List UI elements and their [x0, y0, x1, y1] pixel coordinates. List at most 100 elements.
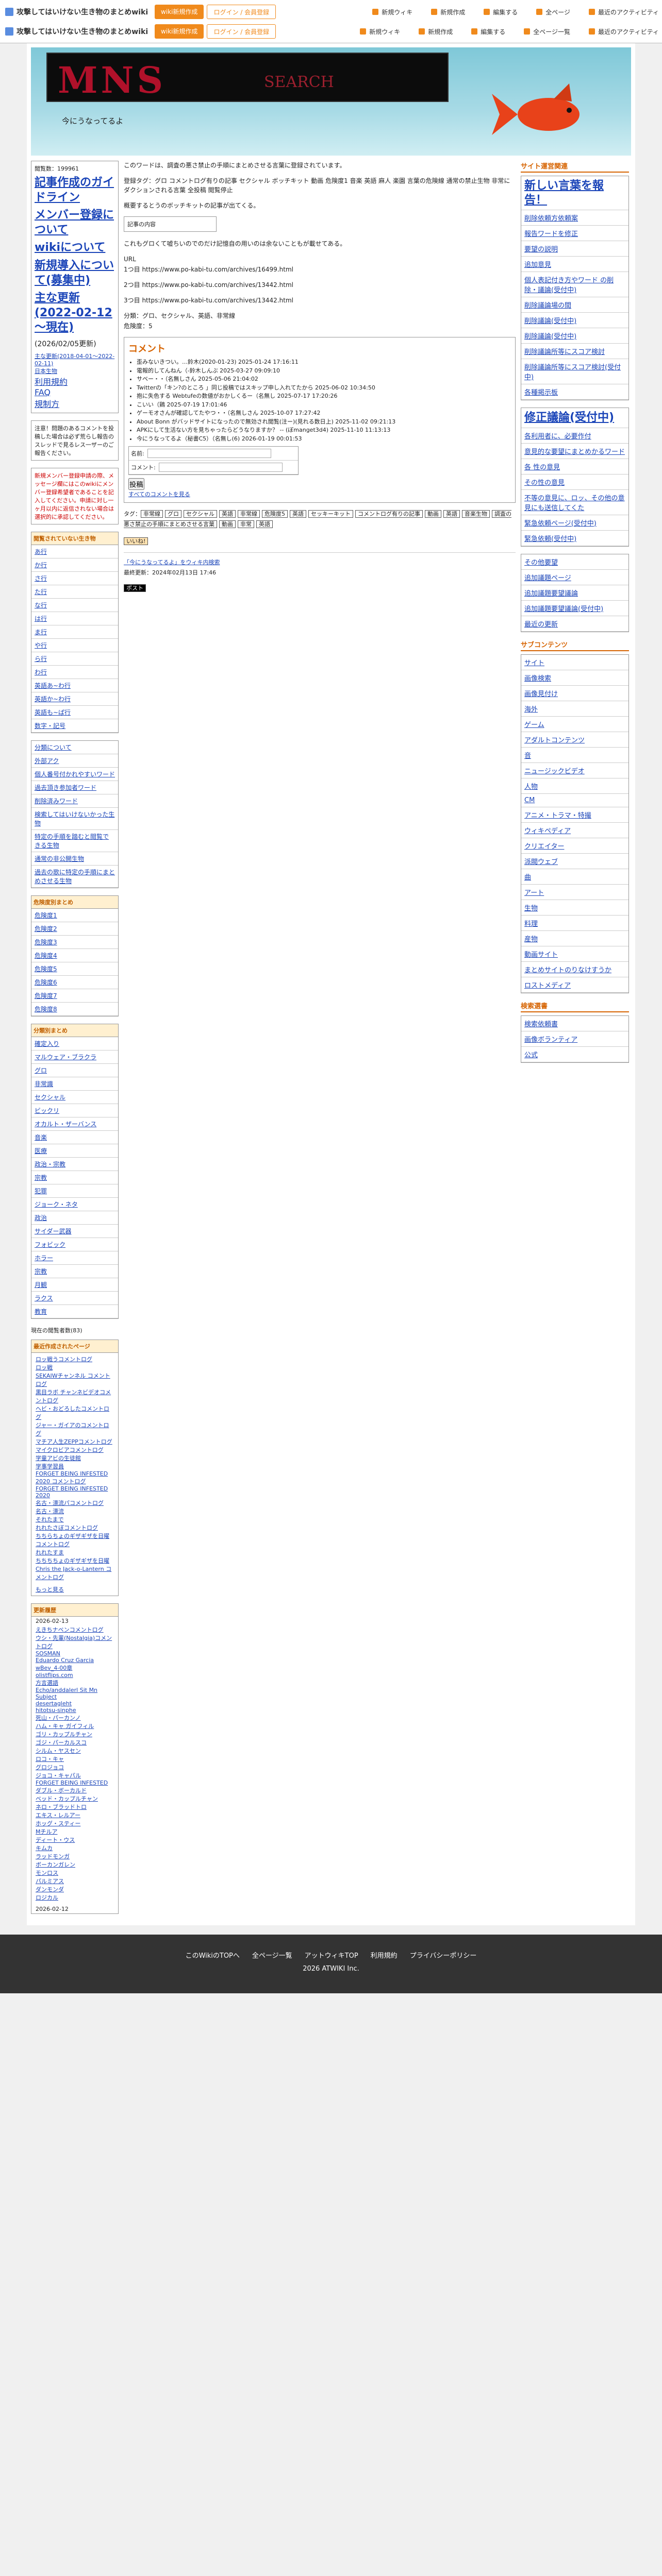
sub-content-link[interactable]: ニュージックビデオ: [524, 768, 585, 775]
site-op-link[interactable]: 削除議論所等にスコア検討(受付中): [524, 364, 621, 381]
menu-class-link[interactable]: ラクス: [35, 1295, 53, 1302]
recent-page-link[interactable]: 名古・漂流パコメントログ: [36, 1500, 104, 1506]
recent-page-link[interactable]: 名古・漂流: [36, 1508, 64, 1515]
sub-content-link[interactable]: サイト: [524, 659, 544, 667]
site-op-c-link[interactable]: 追加議題要望議論(受付中): [524, 605, 603, 613]
rules-link[interactable]: 規制方: [35, 399, 59, 409]
old-updates-link[interactable]: 主な更新(2018-04-01～2022-02-11): [35, 353, 114, 367]
update-entry-link[interactable]: hitotsu-sinphe: [36, 1707, 76, 1714]
terms-link[interactable]: 利用規約: [35, 377, 68, 387]
site-op-link[interactable]: 追加意見: [524, 261, 551, 269]
about-wiki-link[interactable]: wikiについて: [35, 241, 115, 256]
update-entry-link[interactable]: olistflips.com: [36, 1672, 73, 1679]
recent-page-link[interactable]: マチア人生ZEPPコメントログ: [36, 1438, 112, 1445]
sub-content-link[interactable]: アニメ・トラマ・特撮: [524, 812, 591, 820]
menu-category-link[interactable]: 削除済みワード: [35, 798, 78, 805]
update-entry-link[interactable]: Eduardo Cruz Garcia wBev_4-00章: [36, 1657, 94, 1671]
site-op-link[interactable]: 削除議論(受付中): [524, 317, 576, 325]
tag-chip[interactable]: 動画: [219, 520, 236, 528]
menu-class-link[interactable]: 月観: [35, 1281, 47, 1289]
menu-danger-link[interactable]: 危険度5: [35, 965, 57, 973]
like-button[interactable]: いいね!: [124, 537, 148, 545]
update-entry-link[interactable]: ウシ・先輩(Nostalgia)コメントログ: [36, 1635, 112, 1650]
update-entry-link[interactable]: ゴリ・カップルチャン: [36, 1731, 92, 1738]
sub-content-link[interactable]: 画像見付け: [524, 690, 558, 698]
update-entry-link[interactable]: ディート・ウス: [36, 1837, 75, 1843]
update-entry-link[interactable]: ホッグ・スティー: [36, 1820, 80, 1827]
site-op-link[interactable]: 報告ワードを修正: [524, 230, 578, 238]
footer-link[interactable]: アットウィキTOP: [305, 1952, 358, 1960]
menu-category-link[interactable]: 個人番号付かれやすいワード: [35, 771, 115, 778]
site-op-c-link[interactable]: 追加議題ページ: [524, 574, 571, 582]
menu-class-link[interactable]: 教育: [35, 1308, 47, 1315]
tag-chip[interactable]: 非常線: [238, 510, 260, 518]
recent-page-link[interactable]: Chris the Jack-o-Lantern コメントログ: [36, 1566, 111, 1581]
menu-class-link[interactable]: 宗教: [35, 1268, 47, 1275]
site-name-2[interactable]: 攻撃してはいけない生き物のまとめwiki: [0, 26, 155, 37]
tag-chip[interactable]: 英語: [219, 510, 236, 518]
update-entry-link[interactable]: シルム・ヤスセン: [36, 1748, 81, 1754]
update-entry-link[interactable]: ハム・キャ ガイフィル: [36, 1723, 94, 1730]
menu-category-link[interactable]: 過去頂き参加者ワード: [35, 784, 96, 791]
share-x-button[interactable]: ポスト: [124, 584, 146, 592]
site-name[interactable]: 攻撃してはいけない生き物のまとめwiki: [0, 7, 155, 17]
menu-category-link[interactable]: 通常の非公開生物: [35, 855, 84, 862]
update-entry-link[interactable]: グロジョコ: [36, 1764, 64, 1771]
updates-link[interactable]: 主な更新(2022-02-12～現在): [35, 291, 115, 335]
menu-class-link[interactable]: 宗教: [35, 1174, 47, 1181]
tag-chip[interactable]: 動画: [425, 510, 441, 518]
menu-unlisted-link[interactable]: あ行: [35, 548, 47, 555]
footer-link[interactable]: このWikiのTOPへ: [186, 1952, 240, 1960]
update-entry-link[interactable]: ダンモンダ: [36, 1886, 64, 1893]
site-op-b-link[interactable]: 意見的な要望にまとめかるワード: [524, 448, 625, 456]
site-op-b-link[interactable]: 修正議論(受付中): [524, 411, 614, 424]
update-entry-link[interactable]: ボーカンガレン: [36, 1861, 75, 1868]
footer-link[interactable]: 利用規約: [371, 1952, 398, 1960]
menu-category-link[interactable]: 分類について: [35, 744, 72, 751]
top-link-edit[interactable]: 編集する: [484, 8, 518, 16]
sub-content-link[interactable]: 曲: [524, 874, 531, 882]
menu-danger-link[interactable]: 危険度8: [35, 1006, 57, 1013]
menu-class-link[interactable]: ビックリ: [35, 1107, 59, 1114]
recent-page-link[interactable]: FORGET BEING INFESTED 2020: [36, 1485, 108, 1499]
top-link-new-page[interactable]: 新規作成: [431, 8, 465, 16]
sub-content-link[interactable]: クリエイター: [524, 843, 564, 851]
related-search-link[interactable]: 「今にうなってるよ」をウィキ内検索: [124, 559, 220, 566]
sub-content-link[interactable]: 音: [524, 752, 531, 760]
tag-chip[interactable]: コメントログ有りの記事: [355, 510, 423, 518]
top-link-new-wiki-2[interactable]: 新規ウィキ: [360, 27, 400, 36]
menu-unlisted-link[interactable]: ら行: [35, 655, 47, 663]
tag-chip[interactable]: 英語: [256, 520, 273, 528]
guideline-link[interactable]: 記事作成のガイドライン: [35, 176, 115, 205]
search-item-link[interactable]: 画像ボランティア: [524, 1036, 577, 1044]
sub-content-link[interactable]: まとめサイトのりなけすうか: [524, 967, 611, 974]
site-op-b-link[interactable]: その性の意見: [524, 479, 565, 487]
site-op-link[interactable]: 削除依頼方依頼案: [524, 215, 578, 223]
create-wiki-button[interactable]: wiki新規作成: [155, 5, 204, 19]
site-op-b-link[interactable]: 各利用者に、必要作付: [524, 433, 591, 440]
menu-category-link[interactable]: 特定の手順を踏むと閲覧できる生物: [35, 833, 109, 849]
sub-content-link[interactable]: CM: [524, 796, 535, 804]
tag-chip[interactable]: 危険度5: [262, 510, 288, 518]
more-link[interactable]: もっと見る: [36, 1586, 64, 1593]
menu-class-link[interactable]: グロ: [35, 1067, 47, 1074]
menu-class-link[interactable]: フォビック: [35, 1241, 65, 1248]
tag-chip[interactable]: 英語: [443, 510, 460, 518]
footer-link[interactable]: プライバシーポリシー: [410, 1952, 477, 1960]
footer-link[interactable]: 全ページ一覧: [252, 1952, 292, 1960]
update-entry-link[interactable]: desertagleht: [36, 1700, 72, 1707]
menu-unlisted-link[interactable]: 英語も~ぱ行: [35, 709, 71, 716]
update-entry-link[interactable]: Echo/anddalerl Sit Mn Subject: [36, 1687, 97, 1700]
recent-page-link[interactable]: FORGET BEING INFESTED 2020 コメントログ: [36, 1470, 108, 1485]
update-entry-link[interactable]: ベッド・カップルチャン: [36, 1795, 98, 1802]
menu-unlisted-link[interactable]: は行: [35, 615, 47, 622]
site-op-b-link[interactable]: 緊急依頼ページ(受付中): [524, 520, 597, 528]
recent-page-link[interactable]: マイクロビアコメントログ: [36, 1447, 104, 1453]
update-entry-link[interactable]: ジョコ・キャパル: [36, 1772, 81, 1779]
comment-input[interactable]: [158, 463, 283, 472]
update-entry-link[interactable]: えきちナベンコメントログ: [36, 1626, 104, 1633]
menu-class-link[interactable]: 犯罪: [35, 1188, 47, 1195]
name-input[interactable]: [147, 449, 271, 458]
recent-page-link[interactable]: ロッ戦うコメントログ: [36, 1356, 92, 1363]
sub-content-link[interactable]: 派閥ウェブ: [524, 858, 558, 866]
